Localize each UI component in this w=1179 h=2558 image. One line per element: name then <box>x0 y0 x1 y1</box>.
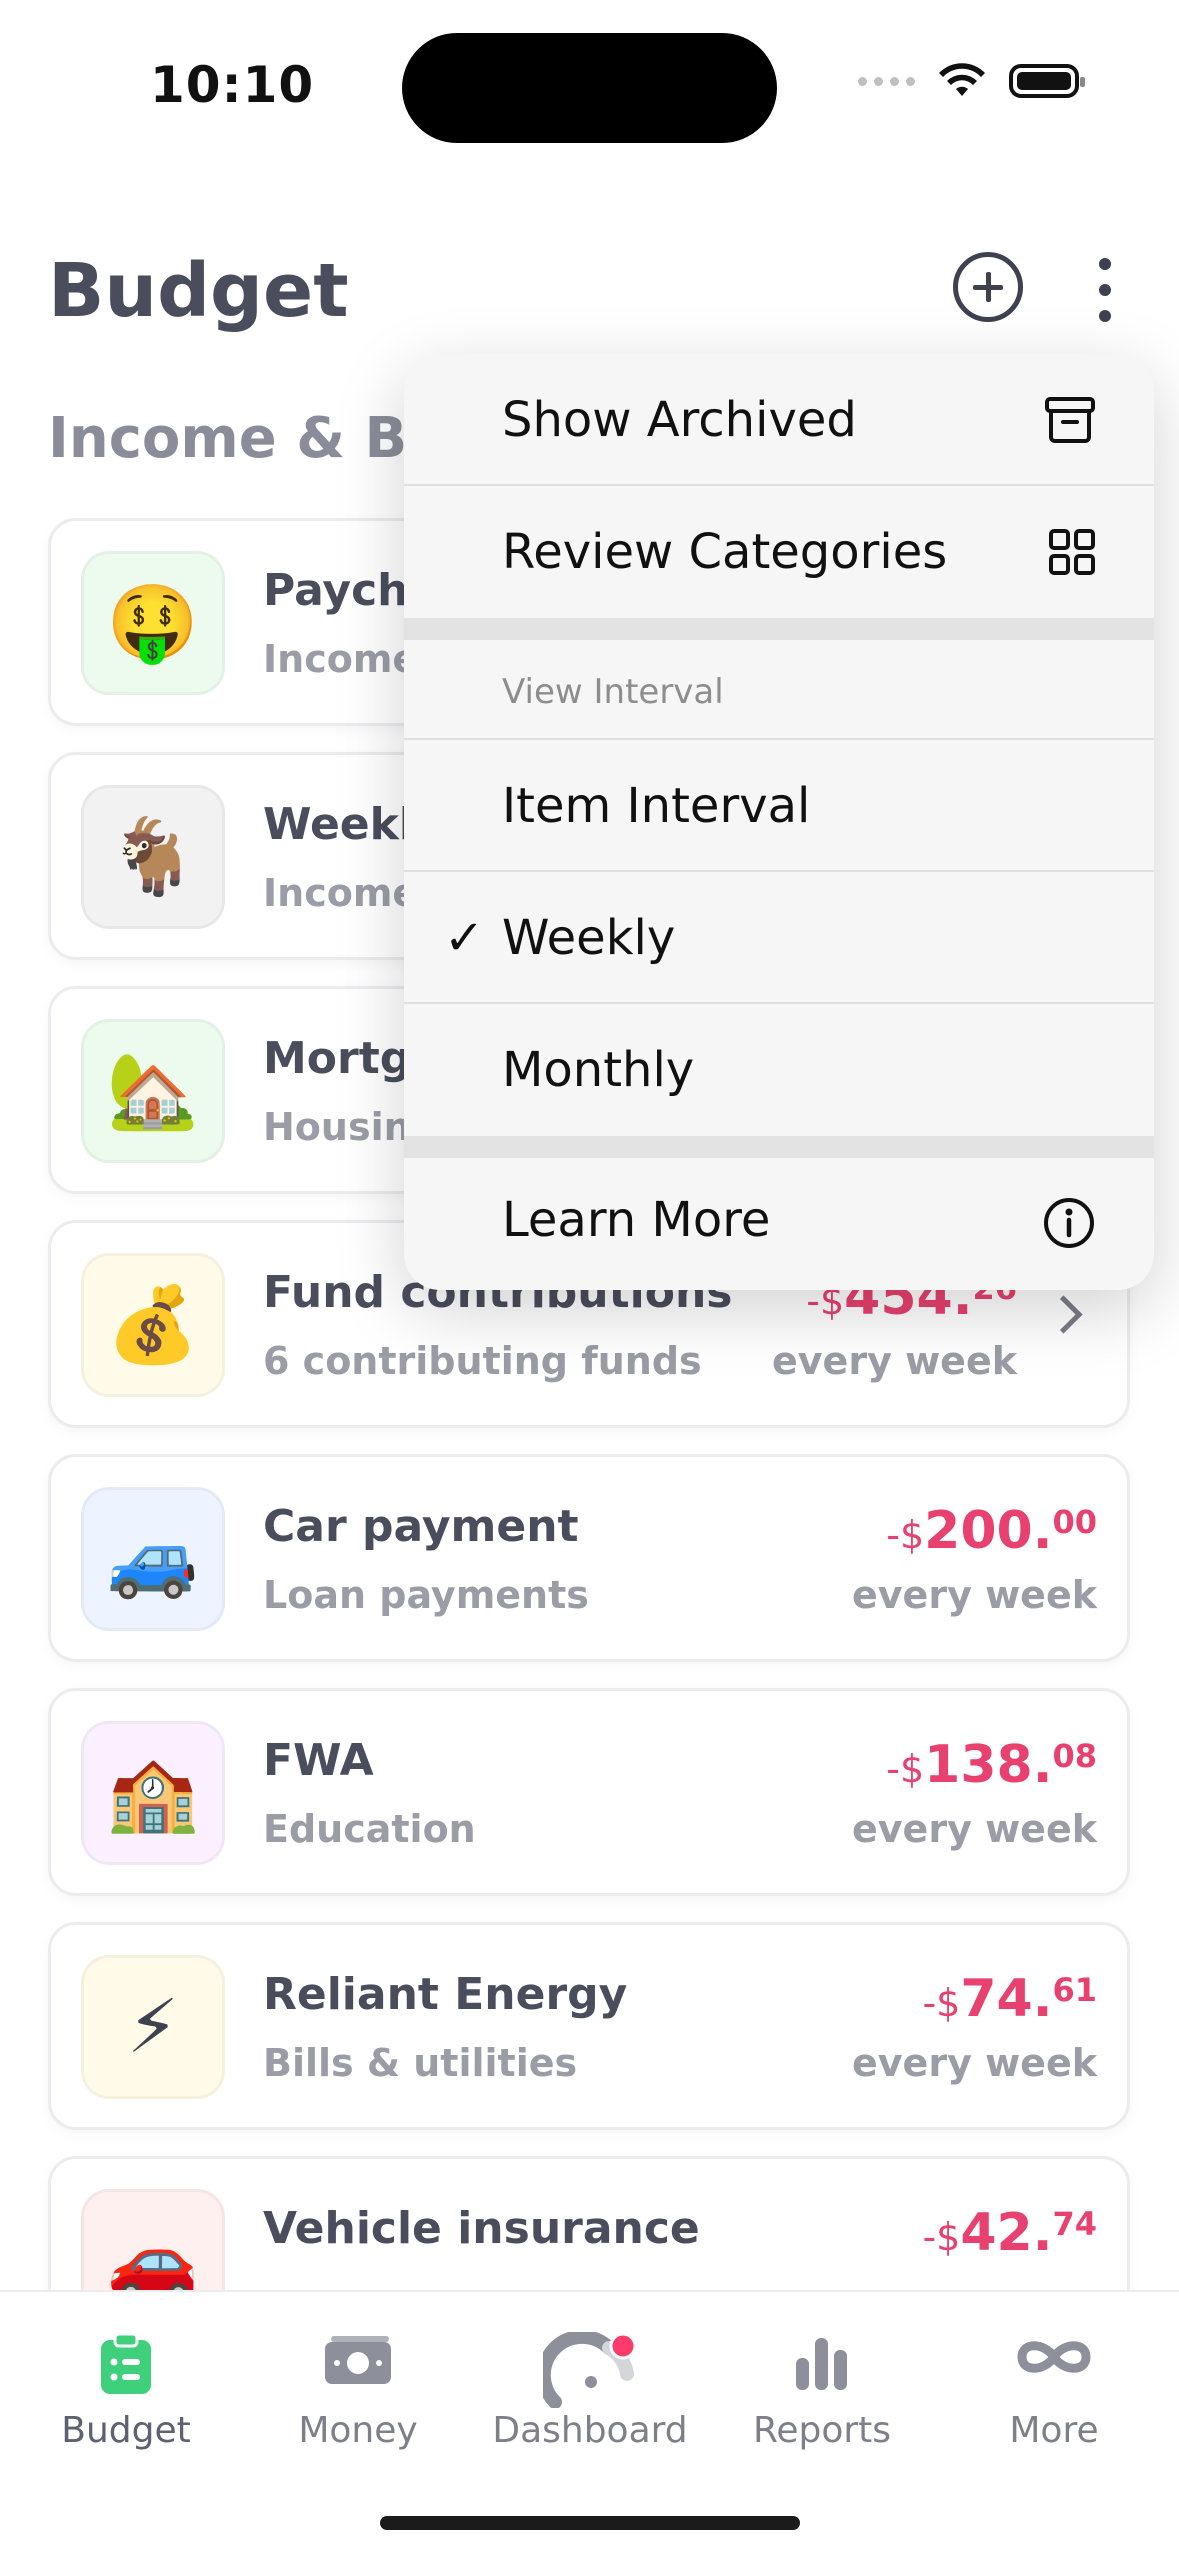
item-subtitle: Income <box>263 871 419 915</box>
budget-item-fwa[interactable]: 🏫 FWA Education -$138.08 every week <box>48 1688 1130 1896</box>
tab-budget[interactable]: Budget <box>8 2292 244 2492</box>
item-frequency: every week <box>772 1339 1017 1383</box>
status-time: 10:10 <box>150 56 315 114</box>
item-subtitle: Income <box>263 637 419 681</box>
tab-reports[interactable]: Reports <box>704 2292 940 2492</box>
item-frequency: every week <box>852 1573 1097 1617</box>
grid-icon <box>1049 529 1095 575</box>
add-button[interactable] <box>953 252 1023 322</box>
item-amount: -$42.74 <box>922 2203 1097 2263</box>
budget-item-car-payment[interactable]: 🚙 Car payment Loan payments -$200.00 eve… <box>48 1454 1130 1662</box>
item-subtitle: Bills & utilities <box>263 2041 578 2085</box>
item-emoji-icon: 🤑 <box>81 551 225 695</box>
item-frequency: every week <box>852 1807 1097 1851</box>
item-emoji-icon: 🏡 <box>81 1019 225 1163</box>
item-title: Vehicle insurance <box>263 2203 700 2254</box>
status-icons <box>858 62 1085 100</box>
item-emoji-icon: 🚙 <box>81 1487 225 1631</box>
bar-chart-icon <box>796 2338 847 2390</box>
wifi-icon <box>939 63 985 96</box>
cellular-signal-icon <box>858 76 915 86</box>
tab-label: Money <box>298 2410 418 2451</box>
item-amount: -$74.61 <box>922 1969 1097 2029</box>
battery-icon <box>1009 64 1085 98</box>
menu-item-label: Item Interval <box>502 778 811 834</box>
menu-separator <box>404 1136 1154 1158</box>
options-menu: Show Archived Review Categories View Int… <box>404 354 1154 1290</box>
item-emoji-icon: 🏫 <box>81 1721 225 1865</box>
money-bill-icon <box>325 2336 391 2384</box>
menu-section-view-interval: View Interval <box>404 640 1154 740</box>
item-emoji-icon: 🐐 <box>81 785 225 929</box>
menu-item-review-categories[interactable]: Review Categories <box>404 486 1154 618</box>
clipboard-icon <box>101 2332 151 2394</box>
infinity-icon <box>1017 2341 1091 2373</box>
item-subtitle: Education <box>263 1807 476 1851</box>
archive-box-icon <box>1045 397 1095 443</box>
menu-item-label: Weekly <box>502 910 676 966</box>
tab-label: Dashboard <box>492 2410 688 2451</box>
menu-section-header: View Interval <box>502 672 724 712</box>
more-options-button[interactable] <box>1090 258 1120 322</box>
tab-dashboard[interactable]: Dashboard <box>472 2292 708 2492</box>
tab-label: More <box>1009 2410 1099 2451</box>
menu-item-monthly[interactable]: Monthly <box>404 1004 1154 1136</box>
item-title: Reliant Energy <box>263 1969 628 2020</box>
item-subtitle: Loan payments <box>263 1573 589 1617</box>
menu-item-learn-more[interactable]: Learn More <box>404 1158 1154 1290</box>
item-title: FWA <box>263 1735 374 1786</box>
tab-label: Budget <box>61 2410 191 2451</box>
item-amount: -$200.00 <box>886 1501 1097 1561</box>
notification-dot <box>609 2332 637 2360</box>
item-emoji-icon: 💰 <box>81 1253 225 1397</box>
item-emoji-icon: ⚡ <box>81 1955 225 2099</box>
item-amount: -$138.08 <box>886 1735 1097 1795</box>
tab-more[interactable]: More <box>936 2292 1172 2492</box>
chevron-right-icon <box>1044 1295 1083 1334</box>
item-frequency: every week <box>852 2041 1097 2085</box>
menu-item-weekly[interactable]: ✓ Weekly <box>404 872 1154 1004</box>
item-subtitle: 6 contributing funds <box>263 1339 702 1383</box>
home-indicator[interactable] <box>380 2516 800 2530</box>
gauge-icon <box>543 2332 637 2408</box>
budget-item-reliant-energy[interactable]: ⚡ Reliant Energy Bills & utilities -$74.… <box>48 1922 1130 2130</box>
menu-item-label: Review Categories <box>502 524 948 580</box>
menu-item-item-interval[interactable]: Item Interval <box>404 740 1154 872</box>
menu-separator <box>404 618 1154 640</box>
tab-money[interactable]: Money <box>240 2292 476 2492</box>
menu-item-label: Show Archived <box>502 392 857 448</box>
page-title: Budget <box>48 248 349 334</box>
info-icon <box>1044 1198 1094 1248</box>
item-title: Car payment <box>263 1501 579 1552</box>
menu-item-label: Monthly <box>502 1042 695 1098</box>
dynamic-island <box>402 33 777 143</box>
menu-item-show-archived[interactable]: Show Archived <box>404 354 1154 486</box>
tab-label: Reports <box>752 2410 892 2451</box>
checkmark-icon: ✓ <box>444 910 485 966</box>
menu-item-label: Learn More <box>502 1192 771 1248</box>
